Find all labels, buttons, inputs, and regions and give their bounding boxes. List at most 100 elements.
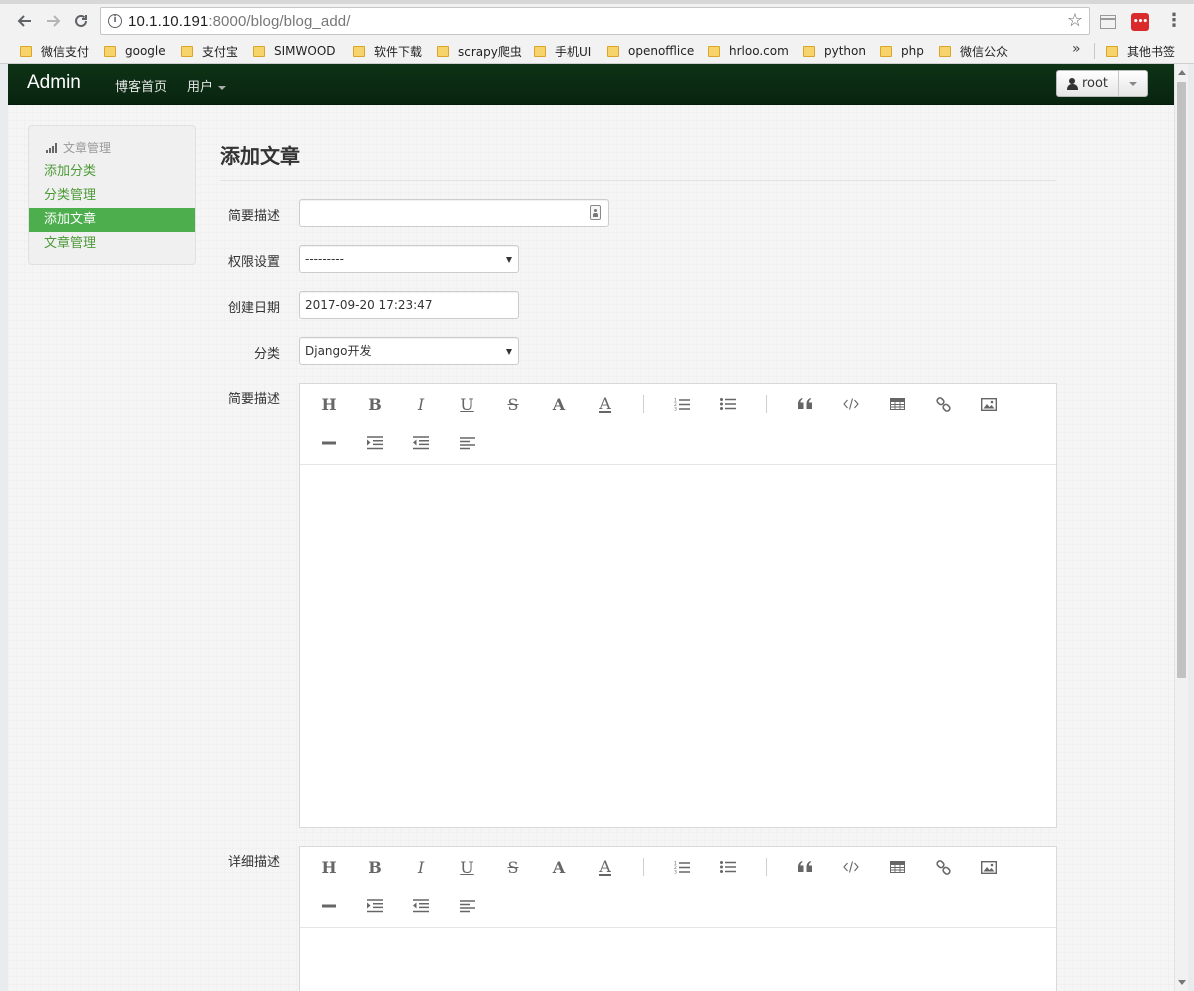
brief-editor-label: 简要描述 bbox=[227, 392, 280, 407]
user-button[interactable]: root bbox=[1057, 71, 1119, 96]
scroll-down-arrow-icon[interactable] bbox=[1178, 980, 1186, 985]
app-page: Admin 博客首页 用户 root 文章管理 添加分类 分类管理 添加文章 文… bbox=[8, 64, 1174, 991]
sidebar-item-add-article[interactable]: 添加文章 bbox=[29, 208, 195, 232]
reader-mode-icon[interactable] bbox=[1100, 15, 1116, 29]
nav-dropdown-users[interactable]: 用户 bbox=[187, 76, 227, 95]
back-arrow-icon[interactable] bbox=[14, 10, 36, 32]
user-menu-button[interactable]: root bbox=[1056, 70, 1148, 97]
bookmark-label: php bbox=[901, 44, 924, 58]
italic-icon[interactable]: I bbox=[409, 855, 433, 879]
underline-icon[interactable]: U bbox=[455, 855, 479, 879]
bookmark-item[interactable]: google bbox=[104, 42, 166, 60]
bold-glyph: B bbox=[368, 857, 382, 877]
toolbar-separator bbox=[643, 858, 644, 876]
indent-icon[interactable] bbox=[363, 431, 387, 455]
bookmark-item[interactable]: SIMWOOD bbox=[253, 42, 336, 60]
browser-toolbar: i 10.1.10.191:8000/blog/blog_add/ ☆ ••• … bbox=[0, 4, 1194, 38]
indent-icon[interactable] bbox=[363, 894, 387, 918]
blockquote-icon[interactable] bbox=[793, 392, 817, 416]
created-date-input[interactable]: 2017-09-20 17:23:47 bbox=[299, 291, 519, 319]
outdent-icon[interactable] bbox=[409, 431, 433, 455]
unordered-list-icon[interactable] bbox=[716, 392, 740, 416]
bookmark-item[interactable]: php bbox=[880, 42, 924, 60]
bookmark-item[interactable]: 微信公众 bbox=[939, 42, 1008, 60]
ordered-list-icon[interactable]: 123 bbox=[670, 392, 694, 416]
summary-label: 简要描述 bbox=[227, 209, 280, 224]
heading-glyph: H bbox=[321, 857, 337, 877]
heading-icon[interactable]: H bbox=[317, 392, 341, 416]
font-color-icon[interactable]: A bbox=[547, 392, 571, 416]
heading-icon[interactable]: H bbox=[317, 855, 341, 879]
outdent-icon[interactable] bbox=[409, 894, 433, 918]
detail-rich-editor: H B I U S A A 123 bbox=[299, 846, 1057, 991]
info-icon[interactable]: i bbox=[108, 14, 122, 28]
other-bookmarks[interactable]: 其他书签 bbox=[1106, 42, 1175, 60]
category-select[interactable]: Django开发 bbox=[299, 337, 519, 365]
browser-menu-icon[interactable]: ⋮ bbox=[1165, 11, 1183, 33]
table-icon[interactable] bbox=[885, 392, 909, 416]
url-host: 10.1.10.191 bbox=[128, 13, 209, 30]
bold-icon[interactable]: B bbox=[363, 392, 387, 416]
url-text[interactable]: 10.1.10.191:8000/blog/blog_add/ bbox=[128, 13, 350, 30]
font-color-icon[interactable]: A bbox=[547, 855, 571, 879]
bookmark-item[interactable]: 微信支付 bbox=[20, 42, 89, 60]
bookmark-label: google bbox=[125, 44, 166, 58]
horizontal-rule-icon[interactable] bbox=[317, 894, 341, 918]
code-icon[interactable] bbox=[839, 855, 863, 879]
bookmark-item[interactable]: openofflice bbox=[607, 42, 694, 60]
bookmark-star-icon[interactable]: ☆ bbox=[1067, 10, 1083, 31]
forward-arrow-icon[interactable] bbox=[42, 10, 64, 32]
bookmark-item[interactable]: scrapy爬虫 bbox=[437, 42, 522, 60]
folder-icon bbox=[939, 45, 951, 57]
bookmark-item[interactable]: python bbox=[803, 42, 866, 60]
reload-icon[interactable] bbox=[70, 10, 92, 32]
table-icon[interactable] bbox=[885, 855, 909, 879]
italic-icon[interactable]: I bbox=[409, 392, 433, 416]
horizontal-rule-icon[interactable] bbox=[317, 431, 341, 455]
sidebar-item-article-manage[interactable]: 文章管理 bbox=[29, 232, 195, 256]
brand-logo[interactable]: Admin bbox=[27, 72, 81, 94]
bold-glyph: B bbox=[368, 394, 382, 414]
bookmark-item[interactable]: 软件下载 bbox=[353, 42, 422, 60]
align-icon[interactable] bbox=[455, 894, 479, 918]
nav-link-blog-home[interactable]: 博客首页 bbox=[115, 76, 167, 95]
folder-icon bbox=[708, 45, 720, 57]
align-icon[interactable] bbox=[455, 431, 479, 455]
editor-body[interactable] bbox=[300, 929, 1056, 991]
image-icon[interactable] bbox=[977, 855, 1001, 879]
bookmark-item[interactable]: 手机UI bbox=[534, 42, 591, 60]
blockquote-icon[interactable] bbox=[793, 855, 817, 879]
code-icon[interactable] bbox=[839, 392, 863, 416]
font-bg-icon[interactable]: A bbox=[593, 855, 617, 879]
bookmark-item[interactable]: 支付宝 bbox=[181, 42, 238, 60]
sidebar-item-add-category[interactable]: 添加分类 bbox=[29, 160, 195, 184]
title-divider bbox=[220, 180, 1056, 181]
scroll-up-arrow-icon[interactable] bbox=[1178, 70, 1186, 75]
permission-label: 权限设置 bbox=[227, 255, 280, 270]
bookmark-item[interactable]: hrloo.com bbox=[708, 42, 789, 60]
strikethrough-glyph: S bbox=[507, 394, 519, 414]
extension-icon[interactable]: ••• bbox=[1131, 13, 1149, 31]
strikethrough-icon[interactable]: S bbox=[501, 392, 525, 416]
bookmark-label: python bbox=[824, 44, 866, 58]
more-bookmarks-icon[interactable]: » bbox=[1072, 41, 1081, 57]
underline-icon[interactable]: U bbox=[455, 392, 479, 416]
strikethrough-icon[interactable]: S bbox=[501, 855, 525, 879]
scroll-thumb[interactable] bbox=[1177, 82, 1186, 678]
bold-icon[interactable]: B bbox=[363, 855, 387, 879]
font-bg-icon[interactable]: A bbox=[593, 392, 617, 416]
folder-icon bbox=[534, 45, 546, 57]
image-icon[interactable] bbox=[977, 392, 1001, 416]
permission-select[interactable]: --------- bbox=[299, 245, 519, 273]
link-icon[interactable] bbox=[931, 392, 955, 416]
sidebar-item-category-manage[interactable]: 分类管理 bbox=[29, 184, 195, 208]
unordered-list-icon[interactable] bbox=[716, 855, 740, 879]
user-dropdown-toggle[interactable] bbox=[1119, 71, 1147, 96]
address-bar[interactable]: i 10.1.10.191:8000/blog/blog_add/ ☆ bbox=[100, 7, 1090, 35]
page-scrollbar[interactable] bbox=[1174, 64, 1188, 991]
contact-card-icon[interactable] bbox=[590, 205, 601, 220]
ordered-list-icon[interactable]: 123 bbox=[670, 855, 694, 879]
editor-body[interactable] bbox=[300, 466, 1056, 827]
summary-input[interactable] bbox=[299, 199, 609, 227]
link-icon[interactable] bbox=[931, 855, 955, 879]
